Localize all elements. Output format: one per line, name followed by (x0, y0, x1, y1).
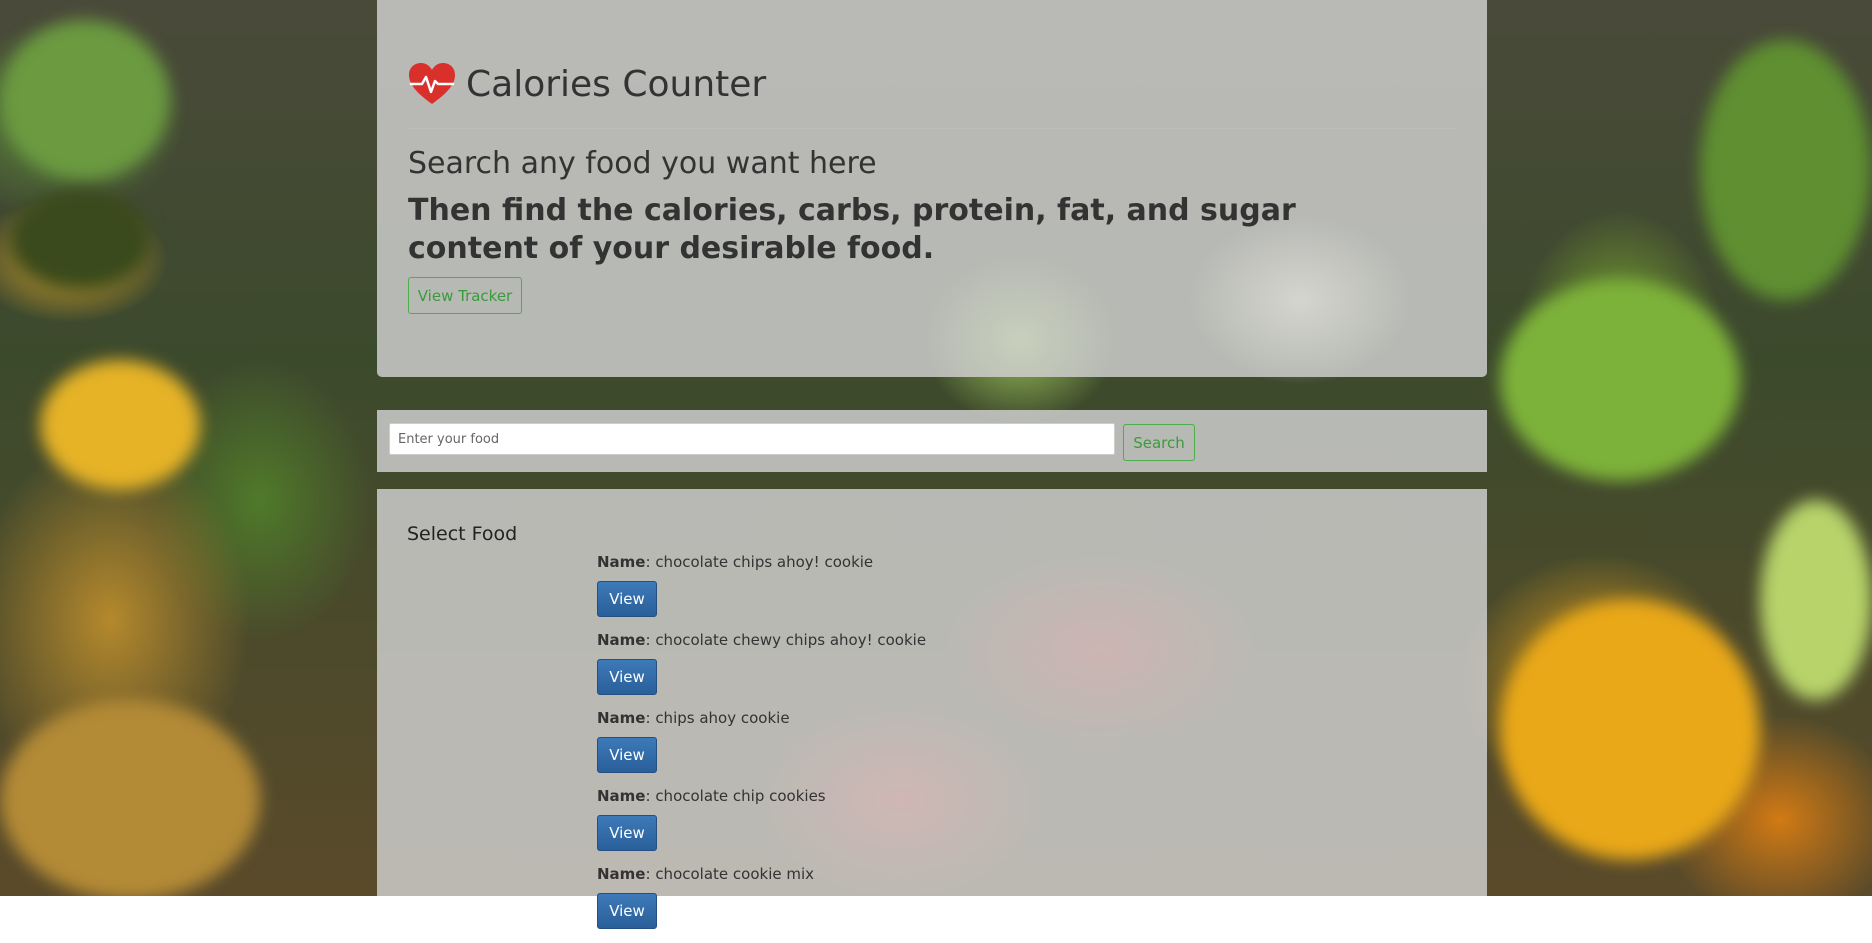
app-brand: Calories Counter (408, 62, 766, 106)
app-title: Calories Counter (466, 63, 767, 105)
name-label: Name (597, 709, 646, 727)
header-panel: Calories Counter Search any food you wan… (377, 0, 1487, 377)
name-label: Name (597, 631, 646, 649)
name-label: Name (597, 787, 646, 805)
name-label: Name (597, 553, 646, 571)
food-search-input[interactable] (389, 423, 1115, 455)
hero-description: Then find the calories, carbs, protein, … (408, 193, 1296, 266)
name-label: Name (597, 865, 646, 883)
heart-pulse-icon (409, 63, 455, 104)
view-food-button[interactable]: View (597, 737, 657, 773)
food-name: Name: chocolate cookie mix (597, 865, 815, 883)
food-name-value: chocolate cookie mix (655, 865, 815, 883)
view-food-button[interactable]: View (597, 659, 657, 695)
results-panel: Select Food Name: chocolate chips ahoy! … (377, 489, 1487, 929)
food-name-value: chocolate chip cookies (655, 787, 826, 805)
food-name-value: chocolate chewy chips ahoy! cookie (655, 631, 927, 649)
view-food-button[interactable]: View (597, 893, 657, 929)
search-button[interactable]: Search (1123, 424, 1195, 461)
food-name: Name: chocolate chips ahoy! cookie (597, 553, 874, 571)
food-name-value: chocolate chips ahoy! cookie (655, 553, 874, 571)
view-food-button[interactable]: View (597, 581, 657, 617)
header-divider (408, 128, 1456, 129)
hero-tagline: Search any food you want here (408, 146, 877, 181)
view-tracker-button[interactable]: View Tracker (408, 277, 522, 314)
food-name-value: chips ahoy cookie (655, 709, 790, 727)
select-food-heading: Select Food (407, 523, 518, 545)
search-bar: Search (377, 410, 1487, 472)
food-name: Name: chocolate chewy chips ahoy! cookie (597, 631, 927, 649)
view-food-button[interactable]: View (597, 815, 657, 851)
food-name: Name: chocolate chip cookies (597, 787, 826, 805)
food-name: Name: chips ahoy cookie (597, 709, 790, 727)
